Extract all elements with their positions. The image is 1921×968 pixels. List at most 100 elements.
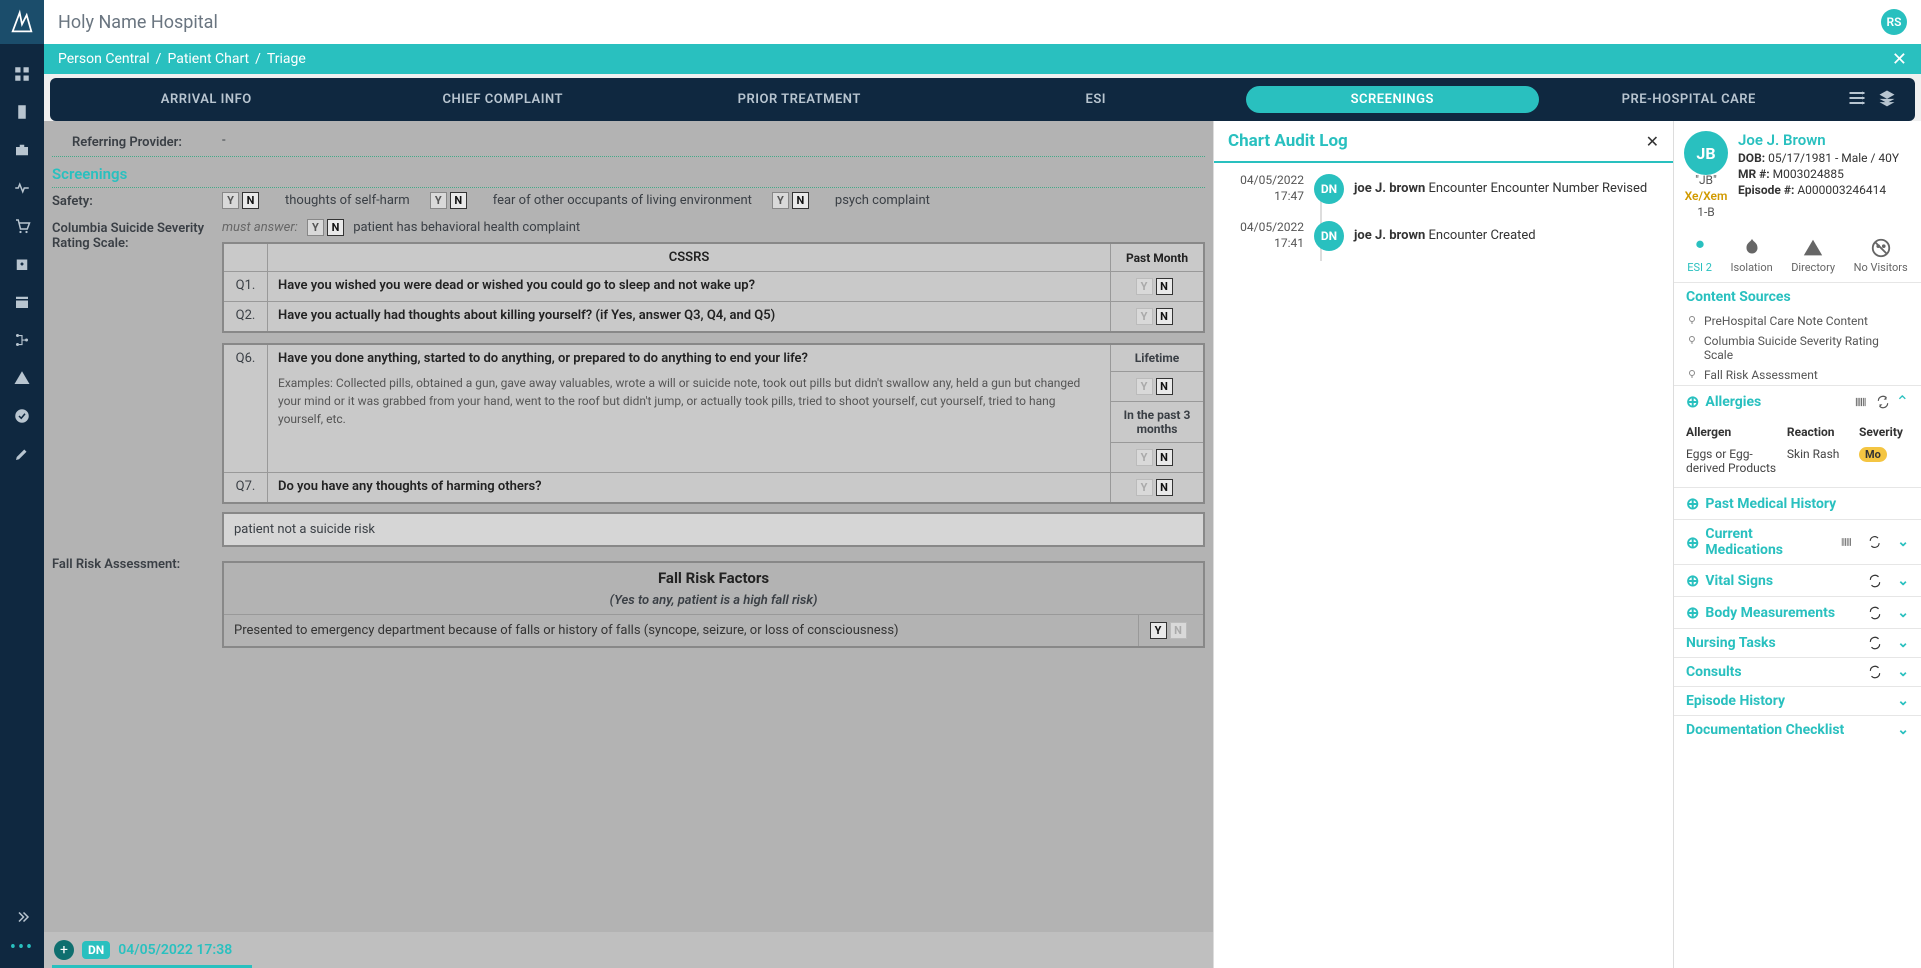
audit-item: 04/05/202217:41 DN joe J. brown Encounte… xyxy=(1228,220,1659,251)
audit-user-badge: DN xyxy=(1314,174,1344,204)
fall-title: Fall Risk Factors xyxy=(224,563,1203,593)
source-item[interactable]: Columbia Suicide Severity Rating Scale xyxy=(1686,331,1909,365)
past-medical-history[interactable]: ⊕Past Medical History xyxy=(1674,488,1921,519)
yn-y[interactable]: Y xyxy=(222,192,239,209)
q7-y[interactable]: Y xyxy=(1136,479,1153,496)
refresh-icon[interactable] xyxy=(1876,395,1890,409)
patient-avatar: JB xyxy=(1684,131,1728,175)
cssrs-title: CSSRS xyxy=(268,244,1111,271)
q6-num: Q6. xyxy=(224,345,268,472)
yn-y[interactable]: Y xyxy=(307,219,324,236)
yn-n[interactable]: N xyxy=(792,192,809,209)
safety-item-1: thoughts of self-harm xyxy=(285,193,410,208)
close-icon[interactable]: ✕ xyxy=(1892,49,1907,70)
list-view-icon[interactable] xyxy=(1847,88,1867,112)
yn-n[interactable]: N xyxy=(242,192,259,209)
breadcrumb-triage[interactable]: Triage xyxy=(267,51,306,67)
chevron-down-icon: ⌄ xyxy=(1897,722,1909,738)
refresh-icon[interactable] xyxy=(1868,665,1882,679)
nav-tree-icon[interactable] xyxy=(12,330,32,350)
audit-item: 04/05/202217:47 DN joe J. brown Encounte… xyxy=(1228,173,1659,204)
allergies-title[interactable]: Allergies xyxy=(1705,394,1847,410)
documentation-checklist[interactable]: Documentation Checklist⌄ xyxy=(1674,716,1921,744)
bottom-bar: + DN 04/05/2022 17:38 xyxy=(44,932,1213,968)
fall-q1: Presented to emergency department becaus… xyxy=(224,615,1139,646)
layers-icon[interactable] xyxy=(1877,88,1897,112)
refresh-icon[interactable] xyxy=(1868,636,1882,650)
isolation-badge[interactable]: Isolation xyxy=(1730,237,1772,274)
refresh-icon[interactable] xyxy=(1868,535,1881,549)
vital-signs[interactable]: ⊕Vital Signs ⌄ xyxy=(1674,565,1921,596)
no-visitors-badge[interactable]: No Visitors xyxy=(1854,237,1908,274)
barcode-icon[interactable] xyxy=(1854,395,1868,409)
patient-name[interactable]: Joe J. Brown xyxy=(1738,131,1899,149)
nav-cart-icon[interactable] xyxy=(12,216,32,236)
q1-n[interactable]: N xyxy=(1156,278,1173,295)
episode-history[interactable]: Episode History⌄ xyxy=(1674,687,1921,715)
esi-badge[interactable]: ESI 2 xyxy=(1687,237,1712,274)
q6-past3-y[interactable]: Y xyxy=(1136,449,1153,466)
barcode-icon[interactable] xyxy=(1840,535,1853,549)
safety-item-2: fear of other occupants of living enviro… xyxy=(493,193,752,208)
fall-risk-label: Fall Risk Assessment: xyxy=(52,555,222,574)
nav-hospital-icon[interactable] xyxy=(12,254,32,274)
chevron-down-icon: ⌄ xyxy=(1897,573,1909,589)
body-measurements[interactable]: ⊕Body Measurements ⌄ xyxy=(1674,597,1921,628)
source-item[interactable]: PreHospital Care Note Content xyxy=(1686,311,1909,331)
chevron-up-icon[interactable]: ⌃ xyxy=(1896,392,1909,411)
nav-alert-icon[interactable] xyxy=(12,368,32,388)
patient-panel: JB "JB" Xe/Xem 1-B Joe J. Brown DOB: 05/… xyxy=(1673,121,1921,968)
tab-arrival-info[interactable]: ARRIVAL INFO xyxy=(60,86,353,113)
add-button[interactable]: + xyxy=(54,940,74,960)
yn-y[interactable]: Y xyxy=(772,192,789,209)
nav-edit-icon[interactable] xyxy=(12,444,32,464)
nursing-tasks[interactable]: Nursing Tasks ⌄ xyxy=(1674,629,1921,657)
tab-esi[interactable]: ESI xyxy=(950,86,1243,113)
q2-n[interactable]: N xyxy=(1156,308,1173,325)
tab-pre-hospital[interactable]: PRE-HOSPITAL CARE xyxy=(1543,86,1836,113)
patient-pronouns: Xe/Xem xyxy=(1685,189,1728,203)
user-avatar[interactable]: RS xyxy=(1881,9,1907,35)
tab-screenings[interactable]: SCREENINGS xyxy=(1246,86,1539,113)
q6-past3-n[interactable]: N xyxy=(1156,449,1173,466)
yn-y[interactable]: Y xyxy=(430,192,447,209)
yn-n[interactable]: N xyxy=(327,219,344,236)
nav-calendar-icon[interactable] xyxy=(12,292,32,312)
yn-n[interactable]: N xyxy=(450,192,467,209)
q6-lifetime-n[interactable]: N xyxy=(1156,378,1173,395)
nav-dashboard-icon[interactable] xyxy=(12,64,32,84)
q7-text: Do you have any thoughts of harming othe… xyxy=(268,473,1111,502)
dn-badge[interactable]: DN xyxy=(82,941,110,959)
app-logo[interactable] xyxy=(0,0,44,44)
dn-timestamp: 04/05/2022 17:38 xyxy=(118,942,232,958)
suicide-risk-note[interactable]: patient not a suicide risk xyxy=(222,512,1205,547)
nav-briefcase-icon[interactable] xyxy=(12,140,32,160)
fall-subtitle: (Yes to any, patient is a high fall risk… xyxy=(224,593,1203,614)
nav-heart-icon[interactable] xyxy=(12,178,32,198)
fall-q1-y[interactable]: Y xyxy=(1150,622,1167,639)
q1-y[interactable]: Y xyxy=(1136,278,1153,295)
fall-q1-n[interactable]: N xyxy=(1170,622,1187,639)
cssrs-label: Columbia Suicide Severity Rating Scale: xyxy=(52,219,222,253)
allergy-row[interactable]: Eggs or Egg-derived ProductsSkin RashMo xyxy=(1686,443,1909,479)
current-medications[interactable]: ⊕Current Medications ⌄ xyxy=(1674,520,1921,564)
q7-n[interactable]: N xyxy=(1156,479,1173,496)
nav-check-icon[interactable] xyxy=(12,406,32,426)
refresh-icon[interactable] xyxy=(1868,574,1882,588)
audit-close-icon[interactable]: ✕ xyxy=(1646,132,1659,151)
directory-badge[interactable]: Directory xyxy=(1791,237,1835,274)
consults[interactable]: Consults ⌄ xyxy=(1674,658,1921,686)
breadcrumb-patient-chart[interactable]: Patient Chart xyxy=(167,51,249,67)
tab-chief-complaint[interactable]: CHIEF COMPLAINT xyxy=(357,86,650,113)
nav-more-icon[interactable]: ••• xyxy=(10,937,34,958)
q6-lifetime-y[interactable]: Y xyxy=(1136,378,1153,395)
tab-prior-treatment[interactable]: PRIOR TREATMENT xyxy=(653,86,946,113)
add-allergy-icon[interactable]: ⊕ xyxy=(1686,392,1699,411)
nav-clipboard-icon[interactable] xyxy=(12,102,32,122)
refresh-icon[interactable] xyxy=(1868,606,1882,620)
source-item[interactable]: Fall Risk Assessment xyxy=(1686,365,1909,385)
chevron-down-icon: ⌄ xyxy=(1897,534,1909,550)
nav-expand-icon[interactable] xyxy=(12,907,32,927)
breadcrumb-person-central[interactable]: Person Central xyxy=(58,51,150,67)
q2-y[interactable]: Y xyxy=(1136,308,1153,325)
